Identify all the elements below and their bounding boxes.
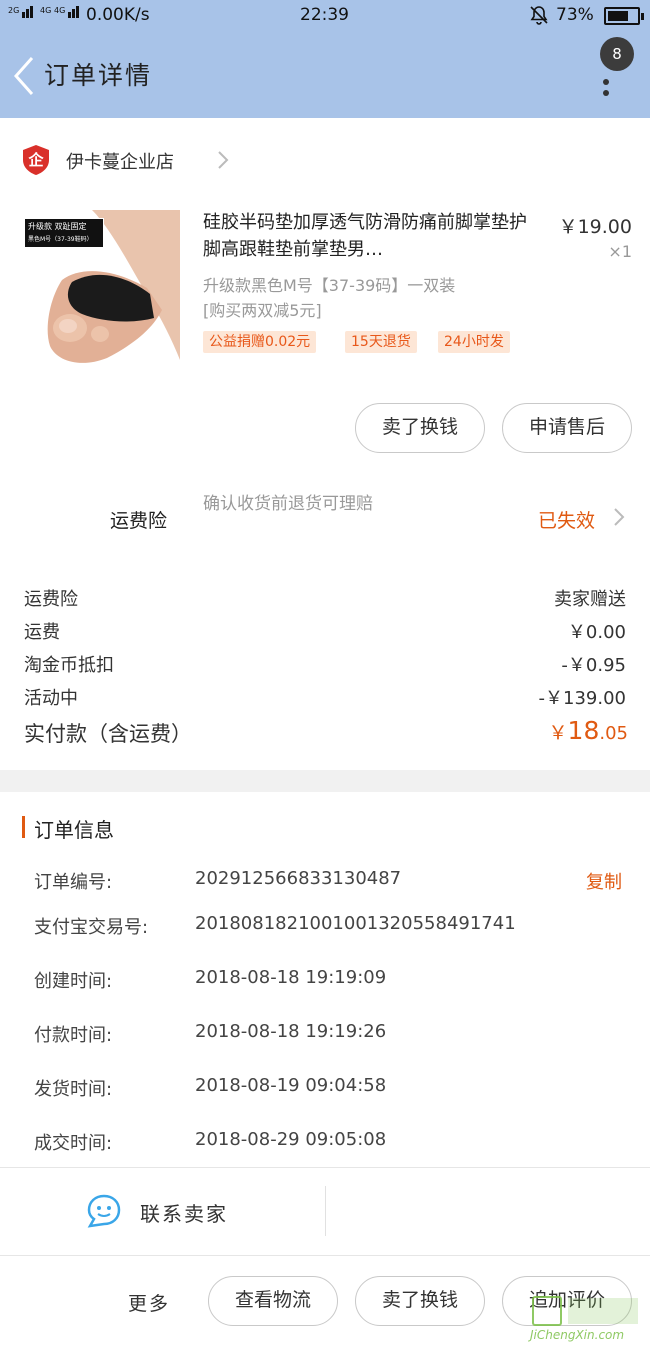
chevron-right-icon: [218, 151, 229, 169]
total-integer: 18: [567, 716, 600, 745]
more-vertical-icon[interactable]: [598, 76, 618, 122]
message-count-badge[interactable]: 8: [600, 37, 634, 71]
shop-logo: 企: [22, 144, 50, 176]
cost-label-promotion: 活动中: [24, 688, 78, 709]
insurance-label: 运费险: [110, 510, 168, 532]
order-number-label: 订单编号:: [34, 872, 113, 893]
shipped-value: 2018-08-19 09:04:58: [195, 1075, 387, 1096]
battery-fill: [608, 11, 628, 21]
cost-value-insurance: 卖家赠送: [554, 589, 626, 610]
created-value: 2018-08-18 19:19:09: [195, 967, 387, 988]
shop-name: 伊卡蔓企业店: [66, 152, 174, 173]
product-item[interactable]: 升级款 双趾固定 黑色M号（37-39鞋码） 硅胶半码垫加厚透气防滑防痛前脚掌垫…: [0, 200, 650, 370]
page-title: 订单详情: [44, 61, 153, 90]
network-label-2: 4G: [40, 6, 52, 15]
section-accent: [22, 816, 25, 838]
network-speed: 0.00K/s: [86, 5, 150, 25]
chevron-right-icon: [614, 508, 625, 526]
back-button[interactable]: [8, 54, 42, 98]
cost-value-promotion: -￥139.00: [538, 688, 626, 709]
tag-charity: 公益捐赠0.02元: [203, 331, 317, 353]
total-decimal: .05: [599, 723, 628, 744]
shipped-label: 发货时间:: [34, 1079, 113, 1100]
more-button[interactable]: 更多: [128, 1289, 170, 1316]
product-promo: [购买两双减5元]: [203, 301, 322, 320]
order-info-title: 订单信息: [34, 818, 114, 842]
tag-ship: 24小时发: [438, 331, 510, 353]
banner-line-2: 黑色M号（37-39鞋码）: [28, 236, 93, 243]
battery-percent: 73%: [556, 5, 594, 25]
alipay-value: 2018081821001001320558491741: [195, 913, 516, 934]
clock: 22:39: [300, 5, 349, 25]
vertical-divider: [325, 1186, 326, 1236]
cost-label-coins: 淘金币抵扣: [24, 655, 114, 676]
status-bar: 2G 4G 4G 0.00K/s 22:39 73%: [0, 0, 650, 32]
header-bar: 订单详情 8: [0, 32, 650, 118]
insurance-status: 已失效: [538, 510, 596, 532]
total-currency: ￥: [548, 722, 568, 744]
banner-line-1: 升级款 双趾固定: [28, 222, 87, 231]
cost-label-insurance: 运费险: [24, 589, 78, 610]
section-divider: [0, 770, 650, 792]
battery-icon: [604, 7, 644, 25]
shop-row[interactable]: 企 伊卡蔓企业店: [0, 118, 650, 200]
alipay-label: 支付宝交易号:: [34, 917, 149, 938]
cost-value-shipping: ￥0.00: [567, 622, 626, 643]
product-sku: 升级款黑色M号【37-39码】一双装: [203, 276, 456, 295]
order-number-value: 202912566833130487: [195, 868, 402, 889]
product-quantity: ×1: [608, 242, 632, 261]
network-label-3: 4G: [54, 6, 66, 15]
shop-logo-text: 企: [28, 151, 44, 169]
chevron-left-icon: [13, 57, 34, 95]
completed-value: 2018-08-29 09:05:08: [195, 1129, 387, 1150]
paid-label: 付款时间:: [34, 1025, 113, 1046]
sell-button[interactable]: 卖了换钱: [355, 403, 485, 453]
tag-return: 15天退货: [345, 331, 417, 353]
after-sale-button[interactable]: 申请售后: [502, 403, 632, 453]
product-image[interactable]: 升级款 双趾固定 黑色M号（37-39鞋码）: [22, 210, 180, 368]
created-label: 创建时间:: [34, 971, 113, 992]
total-label: 实付款（含运费）: [24, 722, 192, 746]
copy-button[interactable]: 复制: [586, 868, 622, 894]
cost-breakdown: 运费险 卖家赠送 运费 ￥0.00 淘金币抵扣 -￥0.95 活动中 -￥139…: [0, 585, 650, 715]
product-price: ￥19.00: [558, 216, 632, 238]
bell-muted-icon: [528, 4, 550, 31]
completed-label: 成交时间:: [34, 1133, 113, 1154]
cost-value-coins: -￥0.95: [561, 655, 626, 676]
view-logistics-button[interactable]: 查看物流: [208, 1276, 338, 1326]
insurance-description: 确认收货前退货可理赔: [203, 494, 373, 514]
contact-seller-label: 联系卖家: [140, 1202, 228, 1226]
paid-value: 2018-08-18 19:19:26: [195, 1021, 387, 1042]
total-amount: ￥18.05: [549, 716, 628, 745]
sell-button-bottom[interactable]: 卖了换钱: [355, 1276, 485, 1326]
cost-label-shipping: 运费: [24, 622, 60, 643]
product-image-banner: 升级款 双趾固定 黑色M号（37-39鞋码）: [24, 218, 104, 248]
insurance-row[interactable]: 运费险 确认收货前退货可理赔 已失效: [0, 485, 650, 545]
watermark-logo: JiChengXin.com: [524, 1294, 650, 1347]
contact-seller-button[interactable]: 联系卖家: [0, 1168, 325, 1254]
watermark-text: JiChengXin.com: [530, 1328, 625, 1342]
network-label-1: 2G: [8, 6, 20, 15]
chat-bubble-icon: [87, 1194, 121, 1228]
product-title: 硅胶半码垫加厚透气防滑防痛前脚掌垫护脚高跟鞋垫前掌垫男…: [203, 212, 527, 260]
divider: [0, 1255, 650, 1256]
